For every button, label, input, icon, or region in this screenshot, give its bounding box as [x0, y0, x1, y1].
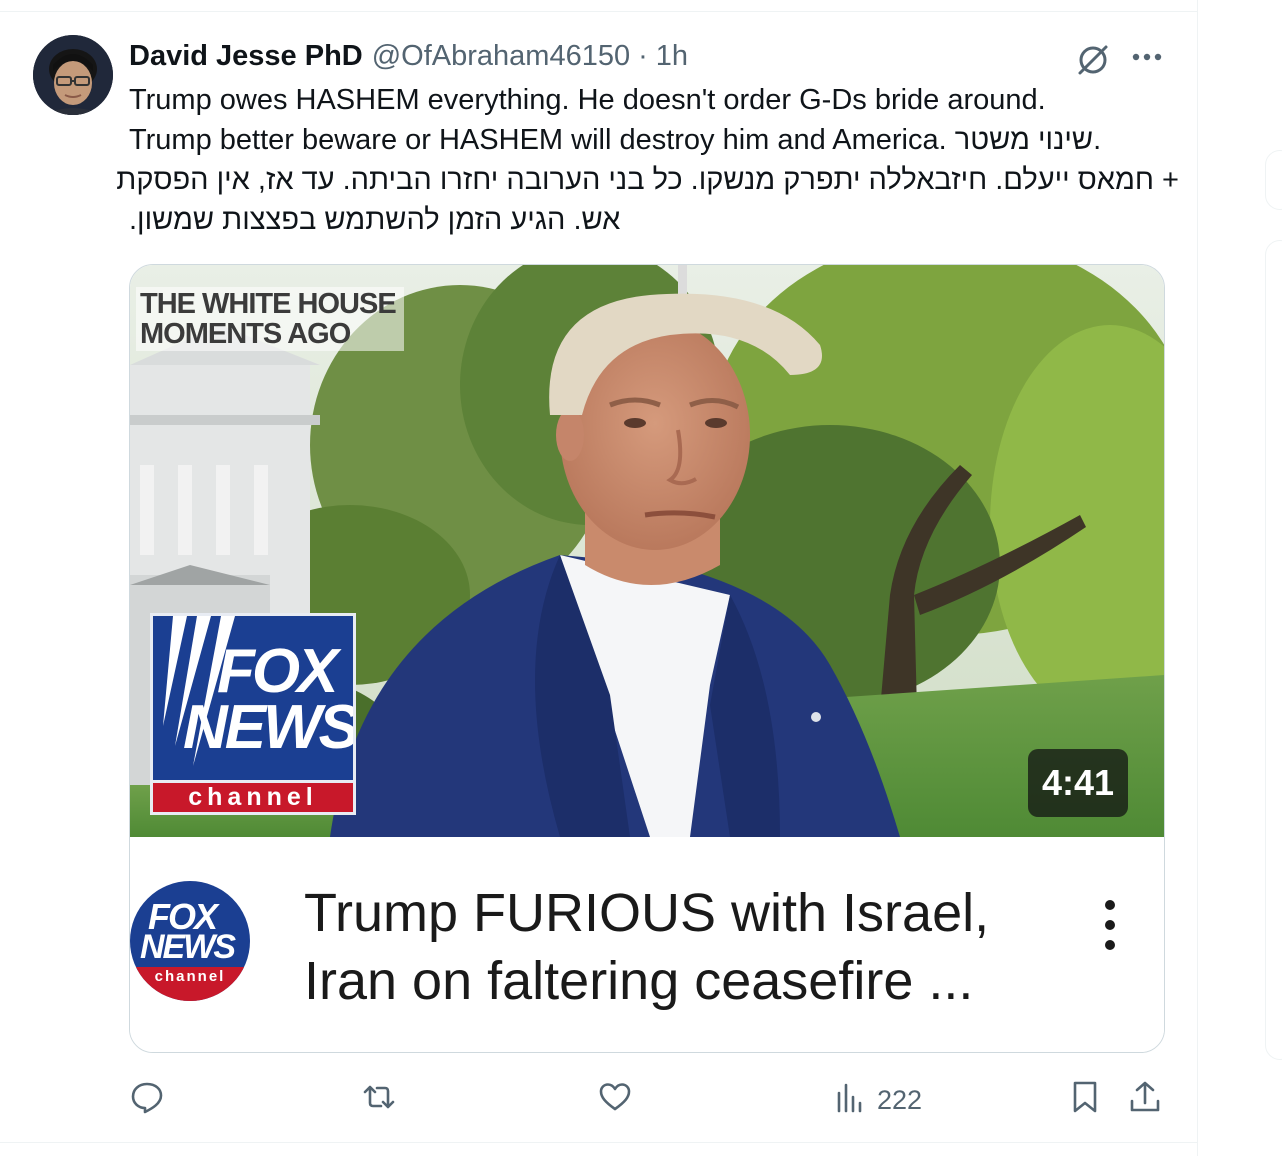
channel-avatar-channel: channel	[130, 967, 250, 1001]
video-title[interactable]: Trump FURIOUS with Israel, Iran on falte…	[304, 879, 1024, 1015]
tweet-text-line: אש. הגיע הזמן להשתמש בפצצות שמשון.	[129, 204, 621, 236]
share-button[interactable]	[1127, 1076, 1163, 1124]
tweet-text-line: + חמאס ייעלם. חיזבאללה יתפרק מנשקו. כל ב…	[116, 164, 1179, 196]
grok-slash-circle-icon[interactable]	[1074, 40, 1112, 78]
retweet-icon	[361, 1079, 397, 1122]
tweet-text-line: Trump better beware or HASHEM will destr…	[129, 124, 1102, 156]
bookmark-icon	[1067, 1079, 1103, 1122]
video-duration-badge: 4:41	[1027, 749, 1128, 817]
tweet-text-line: Trump owes HASHEM everything. He doesn't…	[129, 84, 1046, 116]
video-thumbnail[interactable]: THE WHITE HOUSE MOMENTS AGO FOX NEWS cha…	[130, 265, 1164, 837]
author-name[interactable]: David Jesse PhD	[129, 40, 363, 73]
tweet-actions-bar: 222	[129, 1076, 1169, 1124]
fox-news-logo: FOX NEWS channel	[150, 613, 356, 815]
tweet-header: David Jesse PhD @OfAbraham46150 · 1h	[129, 36, 688, 76]
fox-logo-text: FOX	[217, 637, 338, 706]
like-button[interactable]	[597, 1076, 633, 1124]
tweet-text: Trump owes HASHEM everything. He doesn't…	[116, 80, 1179, 240]
overlay-line-2: MOMENTS AGO	[140, 318, 351, 350]
reply-bubble-icon	[129, 1079, 165, 1122]
broadcast-overlay-caption: THE WHITE HOUSE MOMENTS AGO	[136, 287, 404, 351]
channel-avatar[interactable]: FOX NEWS channel	[130, 881, 250, 1001]
sidebar-card-edge	[1265, 150, 1282, 210]
sidebar-card-edge	[1265, 240, 1282, 1060]
views-button[interactable]: 222	[833, 1076, 922, 1124]
more-dots-icon[interactable]	[1127, 40, 1167, 74]
views-bar-chart-icon	[833, 1079, 869, 1122]
bottom-divider	[0, 1142, 1198, 1143]
video-menu-icon[interactable]	[1098, 895, 1122, 955]
tweet-time[interactable]: 1h	[656, 40, 688, 73]
overlay-line-1: THE WHITE HOUSE	[140, 288, 397, 320]
video-info-bar[interactable]: FOX NEWS channel Trump FURIOUS with Isra…	[130, 837, 1164, 1052]
reply-button[interactable]	[129, 1076, 165, 1124]
author-handle[interactable]: @OfAbraham46150	[372, 40, 630, 73]
column-divider	[1197, 0, 1198, 1156]
top-divider	[0, 0, 1198, 12]
video-card[interactable]: THE WHITE HOUSE MOMENTS AGO FOX NEWS cha…	[129, 264, 1165, 1053]
channel-avatar-news: NEWS	[140, 928, 236, 966]
bookmark-button[interactable]	[1067, 1076, 1103, 1124]
channel-logo-text: channel	[150, 783, 356, 815]
header-separator: ·	[638, 39, 648, 72]
share-upload-icon	[1127, 1079, 1163, 1122]
heart-icon	[597, 1079, 633, 1122]
news-logo-text: NEWS	[183, 693, 356, 762]
views-count: 222	[877, 1084, 923, 1115]
author-avatar[interactable]	[33, 35, 113, 115]
retweet-button[interactable]	[361, 1076, 397, 1124]
video-title-line-1: Trump FURIOUS with Israel,	[304, 883, 990, 943]
video-title-line-2: Iran on faltering ceasefire ...	[304, 951, 974, 1011]
